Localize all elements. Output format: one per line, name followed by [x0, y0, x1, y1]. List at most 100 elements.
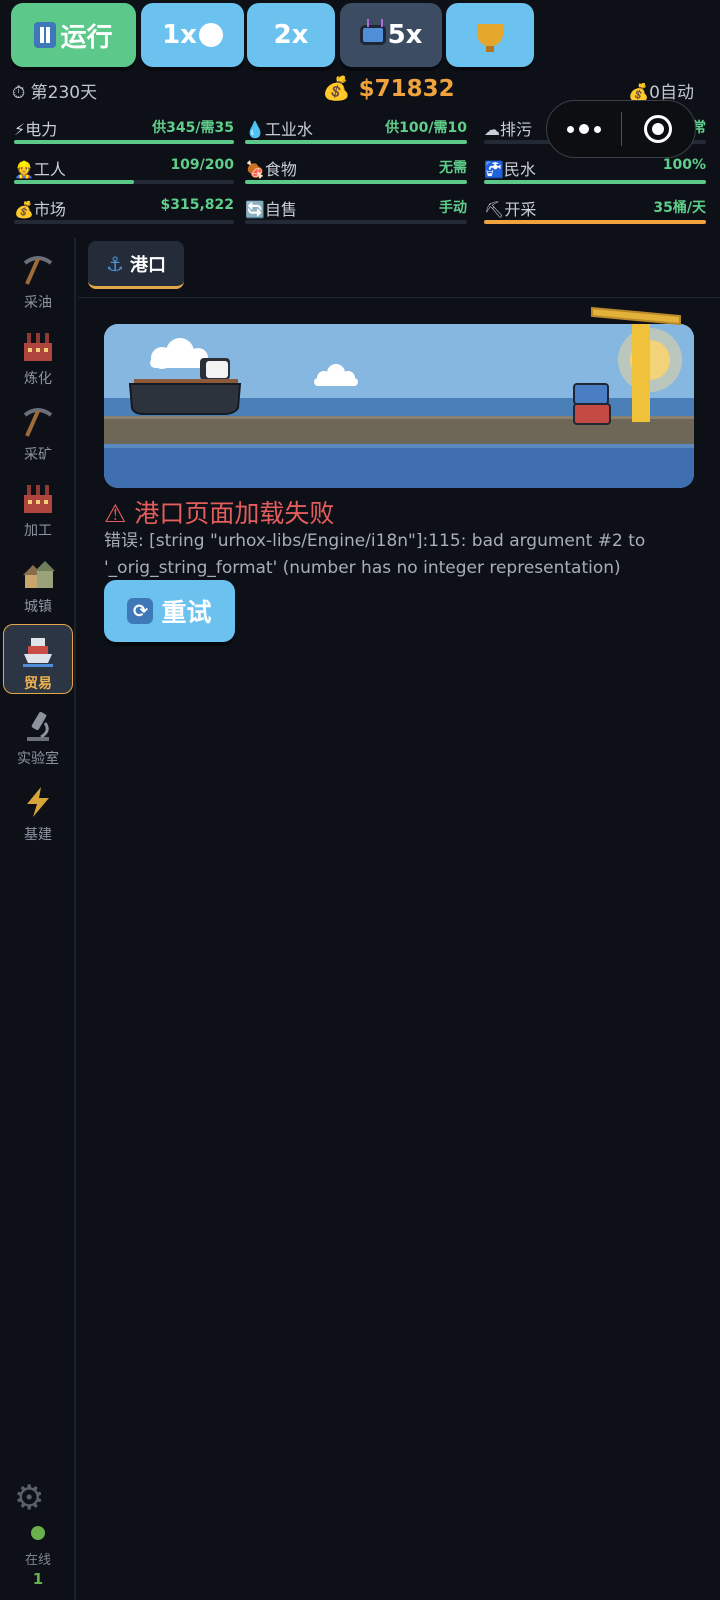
resource-bar: [245, 180, 467, 184]
resource-food: 🍖食物 无需: [245, 156, 467, 190]
resource-industrial-water: 💧工业水 供100/需10: [245, 116, 467, 150]
resource-bar-fill: [484, 220, 706, 224]
resource-self-sell[interactable]: 🔄自售 手动: [245, 196, 467, 230]
speed-1x-label: 1x: [162, 20, 197, 50]
resource-bar: [14, 140, 234, 144]
sidebar-item-label: 炼化: [24, 371, 52, 387]
sidebar-item-label: 采矿: [24, 447, 52, 463]
resource-bar: [14, 180, 234, 184]
sidebar-item-label: 城镇: [24, 599, 52, 615]
sidebar-item-refine[interactable]: 炼化: [3, 320, 73, 390]
sidebar-item-trade[interactable]: 贸易: [3, 624, 73, 694]
error-title: ⚠ 港口页面加载失败: [104, 499, 335, 528]
achievements-button[interactable]: [446, 3, 534, 67]
containers-icon: [573, 383, 611, 425]
online-label: 在线: [24, 1553, 51, 1568]
tv-icon: [359, 25, 386, 45]
cloud-icon: [150, 338, 208, 369]
resource-bar: [245, 220, 467, 224]
resource-label: 💧工业水: [245, 120, 313, 139]
resource-value: 无需: [439, 160, 467, 176]
active-dot-icon: [198, 23, 223, 47]
refresh-icon: ⟳: [127, 598, 154, 624]
resource-bar-fill: [245, 140, 467, 144]
cloud-icon: [314, 364, 358, 386]
sidebar: 采油 炼化 采矿 加工 城镇 贸易 实验室 基建: [0, 238, 76, 1600]
tab-bar: ⚓ 港口: [78, 238, 720, 298]
run-pause-button[interactable]: 运行: [11, 3, 136, 67]
resource-value: 109/200: [170, 157, 234, 173]
sidebar-item-lab[interactable]: 实验室: [3, 700, 73, 770]
sidebar-item-mining[interactable]: 采矿: [3, 396, 73, 466]
resource-power: ⚡电力 供345/需35: [14, 116, 234, 150]
sidebar-item-label: 基建: [24, 827, 52, 843]
pickaxe-icon: [20, 404, 56, 440]
money-display: 💰 $71832: [322, 76, 455, 102]
resource-market: 💰市场 $315,822: [14, 196, 234, 230]
resource-bar: [245, 140, 467, 144]
ship-icon: [20, 633, 56, 669]
resource-label: ⚡电力: [14, 120, 58, 139]
speed-2x-button[interactable]: 2x: [247, 3, 335, 67]
retry-button[interactable]: ⟳ 重试: [104, 580, 235, 642]
resource-bar-fill: [14, 180, 134, 184]
tab-label: 港口: [129, 254, 166, 276]
resource-bar-fill: [484, 180, 706, 184]
resource-value: 供100/需10: [385, 120, 467, 136]
resource-bar-fill: [14, 140, 234, 144]
sidebar-item-label: 实验室: [17, 751, 59, 767]
pause-icon: [34, 22, 57, 48]
speed-5x-label: 5x: [387, 20, 423, 50]
pickaxe-icon: [20, 252, 56, 288]
target-icon: [644, 115, 673, 143]
resource-label: ⛏开采: [484, 200, 537, 219]
microscope-icon: [20, 708, 56, 744]
resource-bar-fill: [245, 180, 467, 184]
sidebar-item-town[interactable]: 城镇: [3, 548, 73, 618]
trophy-icon: [477, 24, 503, 52]
sidebar-item-label: 采油: [24, 295, 52, 311]
resource-label: 💰市场: [14, 200, 66, 219]
settings-gear-icon[interactable]: ⚙: [14, 1478, 44, 1518]
speed-2x-label: 2x: [273, 20, 309, 50]
resource-workers: 👷工人 109/200: [14, 156, 234, 190]
resource-value: 手动: [439, 200, 467, 216]
sidebar-item-infrastructure[interactable]: 基建: [3, 776, 73, 846]
port-scene-illustration: [104, 306, 694, 488]
resource-value: $315,822: [160, 197, 234, 213]
resource-extraction: ⛏开采 35桶/天: [484, 196, 706, 230]
day-counter: ⏱ 第230天: [12, 83, 98, 103]
resource-label: 🔄自售: [245, 200, 297, 219]
sidebar-item-processing[interactable]: 加工: [3, 472, 73, 542]
speed-5x-button[interactable]: 5x: [340, 3, 442, 67]
close-miniprogram-button[interactable]: [622, 115, 696, 143]
run-label: 运行: [60, 22, 113, 53]
sidebar-item-label: 加工: [24, 523, 52, 539]
sidebar-item-oil[interactable]: 采油: [3, 244, 73, 314]
lightning-icon: [20, 784, 56, 820]
resource-label: 👷工人: [14, 160, 66, 179]
resource-label: ☁排污: [484, 120, 533, 139]
resource-bar: [484, 180, 706, 184]
tab-port[interactable]: ⚓ 港口: [88, 241, 184, 289]
miniprogram-capsule: [546, 100, 696, 158]
houses-icon: [20, 556, 56, 592]
resource-label: 🚰民水: [484, 160, 536, 179]
online-count: 1: [32, 1570, 44, 1588]
resource-bar: [14, 220, 234, 224]
resource-value: 供345/需35: [152, 120, 234, 136]
speed-toolbar: 运行 1x 2x 5x: [0, 0, 720, 74]
factory-icon: [20, 480, 56, 516]
resource-value: 100%: [662, 157, 706, 173]
retry-label: 重试: [161, 598, 212, 627]
sidebar-item-label: 贸易: [24, 676, 52, 692]
resource-value: 35桶/天: [653, 200, 706, 216]
error-message: 错误: [string "urhox-libs/Engine/i18n"]:11…: [104, 531, 646, 578]
resource-label: 🍖食物: [245, 160, 297, 179]
speed-1x-button[interactable]: 1x: [141, 3, 244, 67]
anchor-icon: ⚓: [106, 251, 124, 276]
resource-bar: [484, 220, 706, 224]
resource-civil-water: 🚰民水 100%: [484, 156, 706, 190]
more-menu-button[interactable]: [547, 124, 621, 134]
online-status-dot: [31, 1526, 45, 1540]
